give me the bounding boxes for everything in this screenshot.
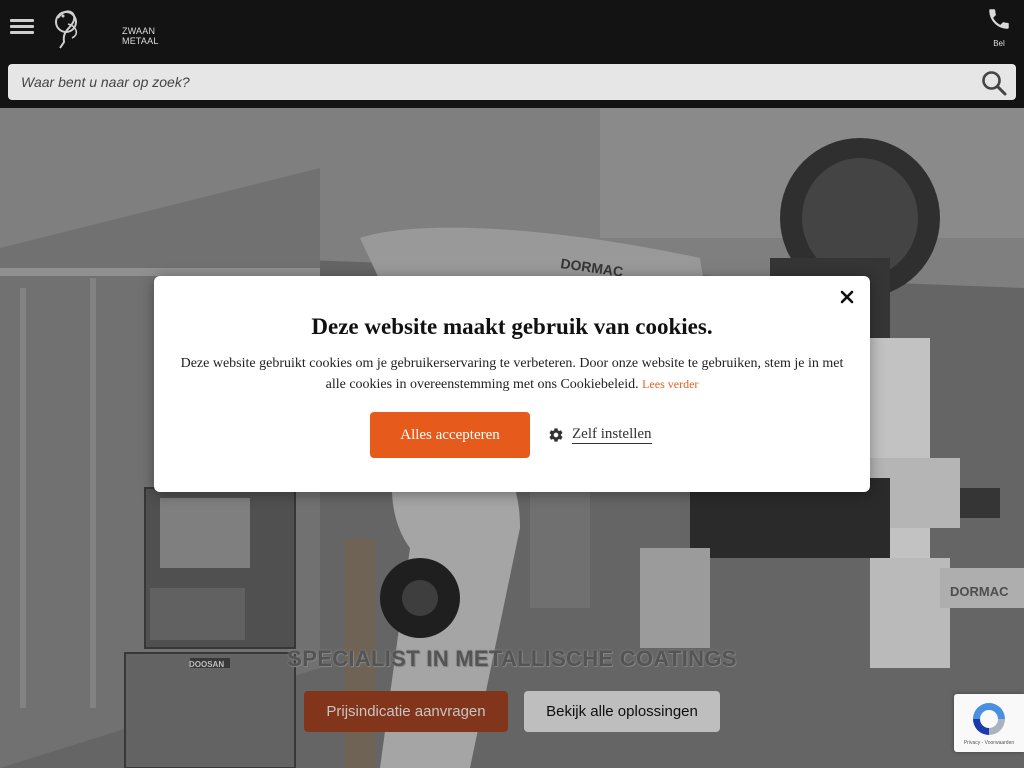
logo-text-line2: METAAL xyxy=(122,36,159,46)
logo-text-line1: ZWAAN xyxy=(122,26,156,36)
accept-all-cookies-button[interactable]: Alles accepteren xyxy=(370,412,530,458)
cookie-settings-button[interactable]: Zelf instellen xyxy=(548,424,652,446)
call-button[interactable]: Bel xyxy=(984,6,1014,48)
cookie-dialog-title: Deze website maakt gebruik van cookies. xyxy=(311,314,713,339)
read-more-link[interactable]: Lees verder xyxy=(642,377,698,391)
search-bar xyxy=(8,64,1016,100)
phone-icon xyxy=(989,9,1009,29)
search-bar-container xyxy=(0,56,1024,108)
gear-icon xyxy=(549,428,563,442)
logo-swan-icon xyxy=(55,10,78,49)
cookie-consent-dialog: Deze website maakt gebruik van cookies. … xyxy=(154,276,870,492)
call-label: Bel xyxy=(993,39,1005,48)
cookie-settings-label: Zelf instellen xyxy=(572,426,652,444)
search-input[interactable] xyxy=(8,64,968,100)
search-icon[interactable] xyxy=(980,69,1008,97)
cookie-dialog-text: Deze website gebruikt cookies om je gebr… xyxy=(172,354,852,395)
recaptcha-badge[interactable]: Privacy - Voorwaarden xyxy=(954,694,1024,752)
top-header: ZWAAN METAAL Bel xyxy=(0,0,1024,56)
hamburger-menu-icon[interactable] xyxy=(8,14,36,42)
recaptcha-links[interactable]: Privacy - Voorwaarden xyxy=(954,740,1024,746)
cookie-dialog-body: Deze website gebruikt cookies om je gebr… xyxy=(180,356,844,392)
recaptcha-icon xyxy=(973,703,1005,735)
logo-text: ZWAAN METAAL xyxy=(122,26,159,46)
close-icon[interactable] xyxy=(838,288,856,306)
site-logo[interactable]: ZWAAN METAAL xyxy=(50,4,158,52)
